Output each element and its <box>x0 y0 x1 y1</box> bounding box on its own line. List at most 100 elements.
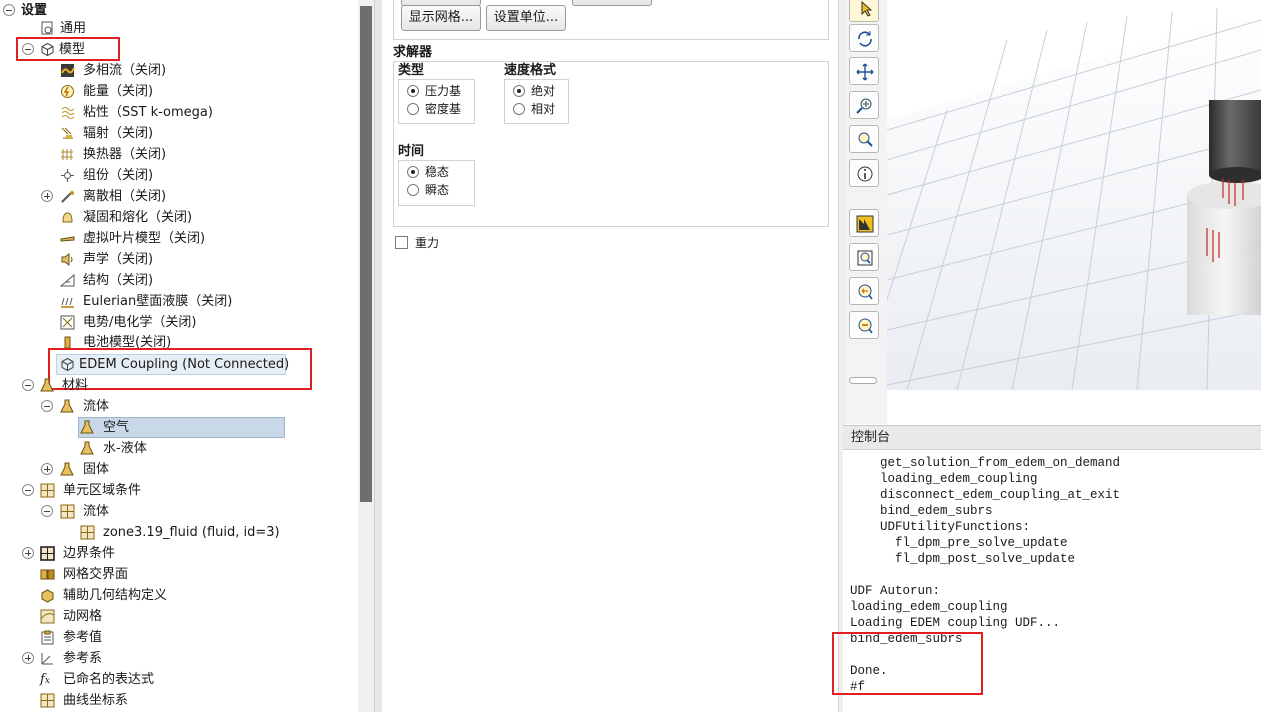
radio-button[interactable] <box>407 166 419 178</box>
aux-geometry-icon <box>41 589 54 603</box>
collapse-toggle[interactable] <box>22 484 34 496</box>
console-panel[interactable]: 控制台 get_solution_from_edem_on_demand loa… <box>832 425 1261 712</box>
tree-node-structure[interactable]: 结构（关闭) <box>0 270 350 291</box>
display-mesh-button[interactable]: 显示网格... <box>401 5 481 31</box>
collapse-toggle[interactable] <box>3 4 15 16</box>
tree-node-zone[interactable]: zone3.19_fluid (fluid, id=3) <box>0 522 350 543</box>
tree-node-solidification[interactable]: 凝固和熔化（关闭) <box>0 207 350 228</box>
expand-toggle[interactable] <box>41 463 53 475</box>
tree-node-named-expressions[interactable]: fx 已命名的表达式 <box>0 669 350 690</box>
pan-tool-button[interactable] <box>849 57 879 85</box>
probe-tool-button[interactable] <box>849 159 879 187</box>
scrollbar-thumb[interactable] <box>360 6 372 502</box>
radio-button[interactable] <box>407 85 419 97</box>
tree-label: 空气 <box>103 420 130 435</box>
tree-node-virtual-blade[interactable]: 虚拟叶片模型（关闭) <box>0 228 350 249</box>
tree-node-curvilinear[interactable]: 曲线坐标系 <box>0 690 350 711</box>
collapse-toggle[interactable] <box>41 505 53 517</box>
tree-label: 固体 <box>83 462 110 477</box>
tree-label: 动网格 <box>63 609 103 624</box>
pointer-icon <box>861 0 873 17</box>
radio-button[interactable] <box>407 184 419 196</box>
rotate-tool-button[interactable] <box>849 24 879 52</box>
tree-label: 边界条件 <box>63 546 116 561</box>
radio-button[interactable] <box>513 103 525 115</box>
tree-node-aux-geometry[interactable]: 辅助几何结构定义 <box>0 585 350 606</box>
scene-render <box>887 0 1261 424</box>
collapse-toggle[interactable] <box>41 400 53 412</box>
solver-type-title: 类型 <box>398 63 425 78</box>
tree-label: 电势/电化学（关闭) <box>83 315 197 330</box>
tree-node-solid[interactable]: 固体 <box>0 459 350 480</box>
console-line: fl_dpm_post_solve_update <box>850 552 1076 566</box>
fluid-material-icon <box>60 399 74 413</box>
set-units-button[interactable]: 设置单位... <box>486 5 566 31</box>
tree-scrollbar[interactable] <box>358 0 374 712</box>
tree-node-species[interactable]: 组份（关闭) <box>0 165 350 186</box>
display-tool-button[interactable] <box>849 209 879 237</box>
tree-node-radiation[interactable]: 辐射（关闭) <box>0 123 350 144</box>
radio-density-based[interactable]: 密度基 <box>407 100 472 118</box>
console-line: Loading EDEM coupling UDF... <box>850 616 1061 630</box>
tree-node-energy[interactable]: 能量（关闭) <box>0 81 350 102</box>
tree-label: 参考值 <box>63 630 103 645</box>
grid-icon <box>40 483 55 498</box>
tree-node-reference-frames[interactable]: 参考系 <box>0 648 350 669</box>
expand-toggle[interactable] <box>22 547 34 559</box>
gravity-checkbox[interactable] <box>395 236 408 249</box>
radio-button[interactable] <box>513 85 525 97</box>
partial-top-button[interactable] <box>572 0 652 6</box>
button-label: 设置单位... <box>493 10 559 25</box>
display-icon <box>856 215 874 233</box>
fit-window-tool-button[interactable] <box>849 243 879 271</box>
tree-node-general[interactable]: 通用 <box>0 18 350 39</box>
tree-node-air[interactable]: 空气 <box>0 417 350 438</box>
tree-node-heat-exchanger[interactable]: 换热器（关闭) <box>0 144 350 165</box>
tree-node-dynamic-mesh[interactable]: 动网格 <box>0 606 350 627</box>
partial-top-button[interactable] <box>401 0 481 6</box>
tree-node-multiphase[interactable]: 多相流（关闭) <box>0 60 350 81</box>
zoom-tool-button[interactable] <box>849 125 879 153</box>
toolbar-overflow-handle[interactable] <box>849 377 877 384</box>
tree-label: 结构（关闭) <box>83 273 154 288</box>
radio-absolute[interactable]: 绝对 <box>513 82 565 100</box>
tree-node-eulerian-film[interactable]: Eulerian壁面液膜（关闭) <box>0 291 350 312</box>
rotate-icon <box>858 31 872 47</box>
zoom-in-out-tool-button[interactable] <box>849 91 879 119</box>
tree-node-mesh-interfaces[interactable]: 网格交界面 <box>0 564 350 585</box>
tree-label: 离散相（关闭) <box>83 189 167 204</box>
solver-title: 求解器 <box>393 45 433 60</box>
radio-transient[interactable]: 瞬态 <box>407 181 472 199</box>
tree-node-discrete-phase[interactable]: 离散相（关闭) <box>0 186 350 207</box>
zoom-to-fit-tool-button[interactable] <box>849 277 879 305</box>
tree-node-boundary[interactable]: 边界条件 <box>0 543 350 564</box>
tree-node-water[interactable]: 水-液体 <box>0 438 350 459</box>
tree-node-fluid[interactable]: 流体 <box>0 396 350 417</box>
expand-toggle[interactable] <box>22 652 34 664</box>
tree-label: 网格交界面 <box>63 567 129 582</box>
radio-relative[interactable]: 相对 <box>513 100 565 118</box>
tree-node-cell-zone-fluid[interactable]: 流体 <box>0 501 350 522</box>
solid-material-icon <box>60 462 74 476</box>
grid-icon <box>40 693 55 708</box>
tree-node-materials[interactable]: 材料 <box>0 375 350 396</box>
radio-steady[interactable]: 稳态 <box>407 163 472 181</box>
panel-splitter[interactable] <box>374 0 382 712</box>
tree-node-electric-potential[interactable]: 电势/电化学（关闭) <box>0 312 350 333</box>
zoom-out-tool-button[interactable] <box>849 311 879 339</box>
expand-toggle[interactable] <box>41 190 53 202</box>
collapse-toggle[interactable] <box>22 379 34 391</box>
radio-pressure-based[interactable]: 压力基 <box>407 82 472 100</box>
tree-node-acoustics[interactable]: 声学（关闭) <box>0 249 350 270</box>
multiphase-icon <box>61 64 75 77</box>
radio-button[interactable] <box>407 103 419 115</box>
highlight-box-console <box>832 632 983 695</box>
tree-node-viscous[interactable]: 粘性（SST k-omega) <box>0 102 350 123</box>
electric-potential-icon <box>60 315 75 330</box>
tree-node-reference-values[interactable]: 参考值 <box>0 627 350 648</box>
probe-icon <box>857 166 873 182</box>
tree-node-cell-zone[interactable]: 单元区域条件 <box>0 480 350 501</box>
clipboard-icon <box>41 630 54 645</box>
pointer-tool-button[interactable] <box>849 0 879 22</box>
graphics-viewport[interactable] <box>887 0 1261 424</box>
